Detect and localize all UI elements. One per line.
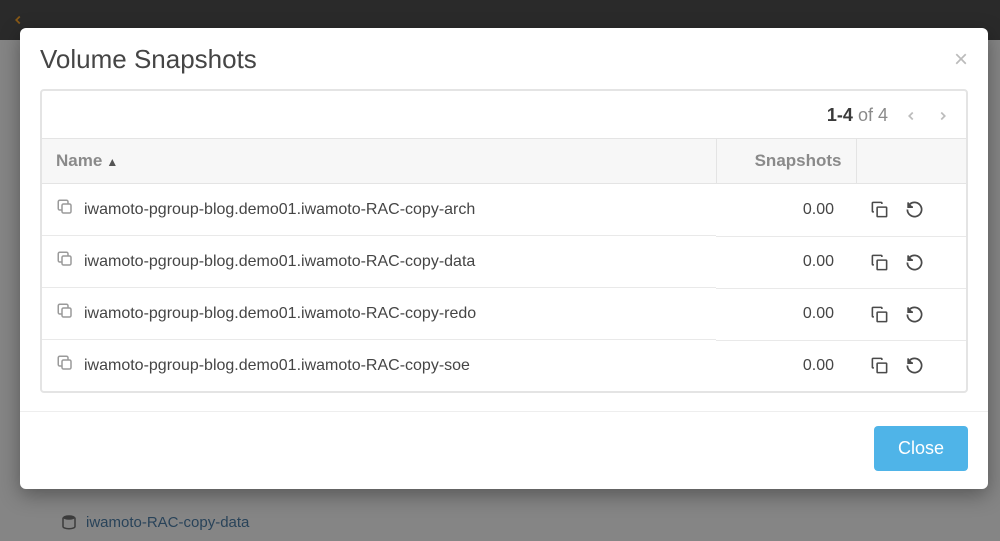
restore-icon [905, 305, 924, 324]
snapshots-value: 0.00 [716, 288, 856, 340]
copy-icon [870, 305, 889, 324]
volume-copy-icon [56, 250, 74, 273]
close-button[interactable]: Close [874, 426, 968, 471]
prev-page-button[interactable] [904, 107, 918, 125]
volume-name: iwamoto-pgroup-blog.demo01.iwamoto-RAC-c… [84, 357, 470, 375]
name-cell: iwamoto-pgroup-blog.demo01.iwamoto-RAC-c… [42, 340, 716, 391]
copy-button[interactable] [870, 356, 889, 375]
table-row: iwamoto-pgroup-blog.demo01.iwamoto-RAC-c… [42, 236, 966, 288]
copy-icon [870, 356, 889, 375]
next-page-button[interactable] [936, 107, 950, 125]
panel-toolbar: 1-4 of 4 [42, 91, 966, 138]
copy-icon [870, 253, 889, 272]
modal-header: Volume Snapshots × [20, 28, 988, 89]
column-actions [856, 139, 966, 184]
actions-cell [856, 184, 966, 237]
name-cell: iwamoto-pgroup-blog.demo01.iwamoto-RAC-c… [42, 184, 716, 236]
actions-cell [856, 236, 966, 288]
actions-cell [856, 340, 966, 391]
table-row: iwamoto-pgroup-blog.demo01.iwamoto-RAC-c… [42, 288, 966, 340]
snapshots-value: 0.00 [716, 236, 856, 288]
close-icon[interactable]: × [954, 48, 968, 72]
restore-button[interactable] [905, 305, 924, 324]
snapshots-table: Name▲ Snapshots iwamoto-pgroup-blog.demo… [42, 138, 966, 391]
column-name[interactable]: Name▲ [42, 139, 716, 184]
copy-button[interactable] [870, 253, 889, 272]
restore-button[interactable] [905, 356, 924, 375]
volume-name: iwamoto-pgroup-blog.demo01.iwamoto-RAC-c… [84, 305, 476, 323]
copy-icon [870, 200, 889, 219]
snapshots-value: 0.00 [716, 184, 856, 237]
column-snapshots[interactable]: Snapshots [716, 139, 856, 184]
modal-title: Volume Snapshots [40, 44, 257, 75]
copy-button[interactable] [870, 305, 889, 324]
restore-icon [905, 200, 924, 219]
restore-button[interactable] [905, 200, 924, 219]
chevron-left-icon [904, 107, 918, 125]
volume-copy-icon [56, 354, 74, 377]
pager [904, 107, 950, 125]
copy-button[interactable] [870, 200, 889, 219]
table-row: iwamoto-pgroup-blog.demo01.iwamoto-RAC-c… [42, 184, 966, 237]
volume-copy-icon [56, 302, 74, 325]
volume-name: iwamoto-pgroup-blog.demo01.iwamoto-RAC-c… [84, 253, 475, 271]
actions-cell [856, 288, 966, 340]
volume-snapshots-modal: Volume Snapshots × 1-4 of 4 [20, 28, 988, 489]
snapshots-value: 0.00 [716, 340, 856, 391]
name-cell: iwamoto-pgroup-blog.demo01.iwamoto-RAC-c… [42, 288, 716, 340]
table-row: iwamoto-pgroup-blog.demo01.iwamoto-RAC-c… [42, 340, 966, 391]
restore-button[interactable] [905, 253, 924, 272]
name-cell: iwamoto-pgroup-blog.demo01.iwamoto-RAC-c… [42, 236, 716, 288]
snapshots-panel: 1-4 of 4 Name▲ [40, 89, 968, 393]
modal-body: 1-4 of 4 Name▲ [20, 89, 988, 411]
restore-icon [905, 356, 924, 375]
volume-copy-icon [56, 198, 74, 221]
pagination-info: 1-4 of 4 [827, 105, 888, 126]
modal-footer: Close [20, 411, 988, 489]
restore-icon [905, 253, 924, 272]
sort-asc-icon: ▲ [106, 155, 118, 169]
volume-name: iwamoto-pgroup-blog.demo01.iwamoto-RAC-c… [84, 201, 475, 219]
chevron-right-icon [936, 107, 950, 125]
